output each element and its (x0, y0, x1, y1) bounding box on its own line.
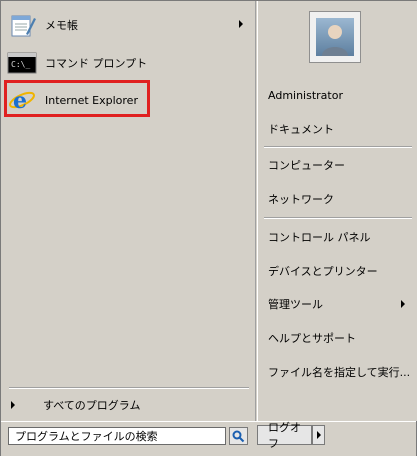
admin-tools-link[interactable]: 管理ツール (268, 293, 413, 315)
search-input[interactable]: プログラムとファイルの検索 (8, 427, 226, 445)
search-icon (232, 430, 245, 442)
search-button[interactable] (229, 427, 248, 445)
program-notepad[interactable]: メモ帳 (7, 10, 251, 40)
command-prompt-icon: C:\_ (7, 50, 37, 76)
control-panel-link[interactable]: コントロール パネル (268, 226, 413, 248)
svg-text:C:\_: C:\_ (11, 60, 30, 69)
run-label: ファイル名を指定して実行... (268, 366, 411, 379)
user-avatar[interactable] (309, 11, 361, 63)
control-panel-label: コントロール パネル (268, 231, 371, 244)
devices-printers-label: デバイスとプリンター (268, 265, 378, 278)
documents-link[interactable]: ドキュメント (268, 118, 413, 140)
divider (264, 146, 412, 148)
chevron-right-icon (11, 401, 15, 409)
highlight-box (4, 80, 150, 117)
pane-divider (255, 1, 256, 421)
places-pane: Administrator ドキュメント コンピューター ネットワーク コントロ… (257, 1, 417, 421)
help-support-label: ヘルプとサポート (268, 332, 356, 345)
all-programs-button[interactable]: すべてのプログラム (7, 394, 251, 416)
run-link[interactable]: ファイル名を指定して実行... (268, 361, 413, 383)
logoff-options-button[interactable] (312, 425, 325, 445)
computer-label: コンピューター (268, 159, 345, 172)
user-picture-icon (316, 18, 354, 56)
program-label: コマンド プロンプト (45, 57, 148, 70)
chevron-right-icon (316, 431, 321, 439)
user-name: Administrator (268, 88, 343, 102)
submenu-arrow-icon (239, 20, 243, 28)
user-name-link[interactable]: Administrator (268, 84, 413, 106)
documents-label: ドキュメント (268, 123, 334, 136)
divider (9, 387, 249, 389)
bottom-bar: プログラムとファイルの検索 ログオフ (1, 421, 416, 456)
notepad-icon (7, 12, 37, 38)
network-label: ネットワーク (268, 193, 334, 206)
program-label: メモ帳 (45, 19, 78, 32)
submenu-arrow-icon (401, 300, 405, 308)
computer-link[interactable]: コンピューター (268, 154, 413, 176)
admin-tools-label: 管理ツール (268, 298, 323, 311)
logoff-button[interactable]: ログオフ (257, 421, 312, 450)
devices-printers-link[interactable]: デバイスとプリンター (268, 260, 413, 282)
all-programs-label: すべてのプログラム (43, 399, 141, 412)
programs-pane: メモ帳 C:\_ コマンド プロンプト e Internet Explorer (1, 1, 255, 421)
divider (264, 217, 412, 219)
start-menu: メモ帳 C:\_ コマンド プロンプト e Internet Explorer (0, 0, 417, 456)
help-support-link[interactable]: ヘルプとサポート (268, 327, 413, 349)
logoff-label: ログオフ (268, 421, 301, 450)
program-command-prompt[interactable]: C:\_ コマンド プロンプト (7, 48, 251, 78)
network-link[interactable]: ネットワーク (268, 188, 413, 210)
